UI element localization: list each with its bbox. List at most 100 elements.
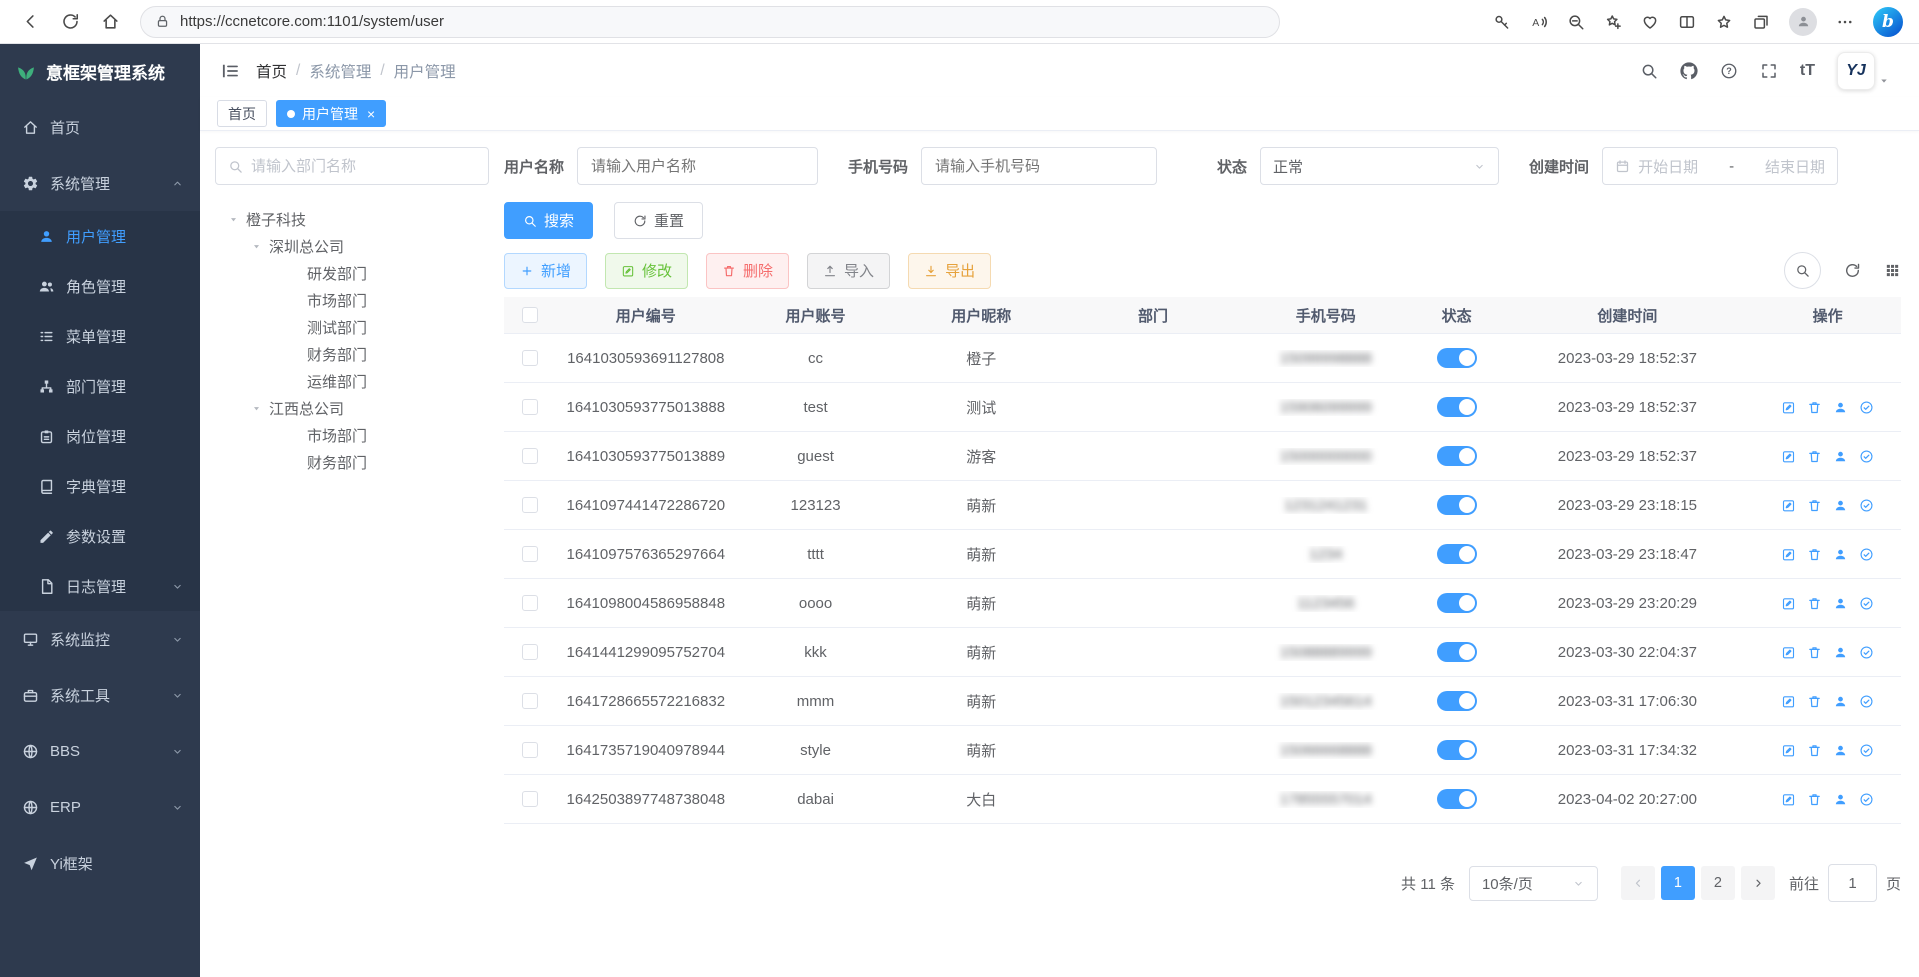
tab-item[interactable]: 首页 [217, 100, 267, 127]
browser-home-button[interactable] [92, 4, 128, 40]
key-icon[interactable] [1493, 13, 1511, 31]
split-screen-icon[interactable] [1678, 13, 1696, 31]
row-assign-role-icon[interactable] [1859, 400, 1874, 415]
row-reset-password-icon[interactable] [1833, 645, 1848, 660]
next-page-button[interactable] [1741, 866, 1775, 900]
row-assign-role-icon[interactable] [1859, 498, 1874, 513]
row-reset-password-icon[interactable] [1833, 449, 1848, 464]
row-delete-icon[interactable] [1807, 400, 1822, 415]
copilot-icon[interactable]: b [1873, 7, 1903, 37]
status-toggle[interactable] [1437, 544, 1477, 564]
add-button[interactable]: 新增 [504, 253, 587, 289]
font-size-icon[interactable]: tT [1800, 62, 1815, 80]
row-assign-role-icon[interactable] [1859, 449, 1874, 464]
tree-node[interactable]: 财务部门 [215, 341, 489, 368]
browser-back-button[interactable] [12, 4, 48, 40]
status-toggle[interactable] [1437, 446, 1477, 466]
sidebar-item-tools[interactable]: 系统工具 [0, 667, 200, 723]
tab-active[interactable]: 用户管理× [276, 100, 386, 127]
status-select[interactable]: 正常 [1260, 147, 1499, 185]
page-button-2[interactable]: 2 [1701, 866, 1735, 900]
row-checkbox[interactable] [522, 448, 538, 464]
sidebar-item-home[interactable]: 首页 [0, 99, 200, 155]
row-edit-icon[interactable] [1781, 547, 1796, 562]
page-size-select[interactable]: 10条/页 [1469, 866, 1598, 901]
breadcrumb-item[interactable]: 首页 [256, 60, 287, 82]
row-edit-icon[interactable] [1781, 449, 1796, 464]
row-edit-icon[interactable] [1781, 694, 1796, 709]
import-button[interactable]: 导入 [807, 253, 890, 289]
row-edit-icon[interactable] [1781, 792, 1796, 807]
address-bar[interactable]: https://ccnetcore.com:1101/system/user [140, 6, 1280, 38]
sidebar-item-param[interactable]: 参数设置 [0, 511, 200, 561]
row-delete-icon[interactable] [1807, 792, 1822, 807]
header-search-icon[interactable] [1640, 62, 1658, 80]
row-edit-icon[interactable] [1781, 498, 1796, 513]
more-icon[interactable] [1836, 13, 1854, 31]
row-delete-icon[interactable] [1807, 743, 1822, 758]
row-delete-icon[interactable] [1807, 694, 1822, 709]
status-toggle[interactable] [1437, 495, 1477, 515]
browser-profile-avatar[interactable] [1789, 8, 1817, 36]
date-range-picker[interactable]: 开始日期 - 结束日期 [1602, 147, 1838, 185]
sidebar-item-erp[interactable]: ERP [0, 779, 200, 835]
page-button-1[interactable]: 1 [1661, 866, 1695, 900]
sidebar-item-log[interactable]: 日志管理 [0, 561, 200, 611]
sidebar-item-bbs[interactable]: BBS [0, 723, 200, 779]
collapse-sidebar-icon[interactable] [220, 61, 240, 81]
row-checkbox[interactable] [522, 791, 538, 807]
row-reset-password-icon[interactable] [1833, 743, 1848, 758]
column-settings-icon[interactable] [1884, 262, 1901, 279]
export-button[interactable]: 导出 [908, 253, 991, 289]
sidebar-item-user[interactable]: 用户管理 [0, 211, 200, 261]
close-tab-icon[interactable]: × [367, 106, 375, 122]
row-checkbox[interactable] [522, 546, 538, 562]
row-checkbox[interactable] [522, 595, 538, 611]
phone-input[interactable] [921, 147, 1157, 185]
goto-page-input[interactable] [1828, 864, 1877, 902]
row-delete-icon[interactable] [1807, 547, 1822, 562]
row-reset-password-icon[interactable] [1833, 400, 1848, 415]
toggle-search-button[interactable] [1784, 252, 1821, 289]
github-icon[interactable] [1680, 62, 1698, 80]
tree-node[interactable]: 市场部门 [215, 287, 489, 314]
row-assign-role-icon[interactable] [1859, 792, 1874, 807]
refresh-table-icon[interactable] [1844, 262, 1861, 279]
row-assign-role-icon[interactable] [1859, 743, 1874, 758]
search-button[interactable]: 搜索 [504, 202, 593, 239]
status-toggle[interactable] [1437, 789, 1477, 809]
row-reset-password-icon[interactable] [1833, 596, 1848, 611]
select-all-checkbox[interactable] [522, 307, 538, 323]
row-edit-icon[interactable] [1781, 743, 1796, 758]
row-checkbox[interactable] [522, 399, 538, 415]
favorite-add-icon[interactable] [1604, 13, 1622, 31]
sidebar-item-dict[interactable]: 字典管理 [0, 461, 200, 511]
tree-node[interactable]: 财务部门 [215, 449, 489, 476]
sidebar-item-system[interactable]: 系统管理 [0, 155, 200, 211]
row-reset-password-icon[interactable] [1833, 792, 1848, 807]
collections-icon[interactable] [1752, 13, 1770, 31]
row-checkbox[interactable] [522, 350, 538, 366]
tree-node[interactable]: 橙子科技 [215, 206, 489, 233]
row-checkbox[interactable] [522, 644, 538, 660]
sidebar-item-monitor[interactable]: 系统监控 [0, 611, 200, 667]
status-toggle[interactable] [1437, 348, 1477, 368]
tree-node[interactable]: 运维部门 [215, 368, 489, 395]
favorites-icon[interactable] [1715, 13, 1733, 31]
status-toggle[interactable] [1437, 740, 1477, 760]
row-delete-icon[interactable] [1807, 449, 1822, 464]
tree-node[interactable]: 市场部门 [215, 422, 489, 449]
row-assign-role-icon[interactable] [1859, 645, 1874, 660]
row-assign-role-icon[interactable] [1859, 596, 1874, 611]
zoom-out-icon[interactable] [1567, 13, 1585, 31]
status-toggle[interactable] [1437, 691, 1477, 711]
dept-search-input[interactable] [251, 158, 476, 175]
sidebar-item-dept[interactable]: 部门管理 [0, 361, 200, 411]
read-aloud-icon[interactable]: A [1530, 13, 1548, 31]
sidebar-item-yiframe[interactable]: Yi框架 [0, 835, 200, 891]
prev-page-button[interactable] [1621, 866, 1655, 900]
edit-button[interactable]: 修改 [605, 253, 688, 289]
row-checkbox[interactable] [522, 742, 538, 758]
help-icon[interactable]: ? [1720, 62, 1738, 80]
row-reset-password-icon[interactable] [1833, 498, 1848, 513]
